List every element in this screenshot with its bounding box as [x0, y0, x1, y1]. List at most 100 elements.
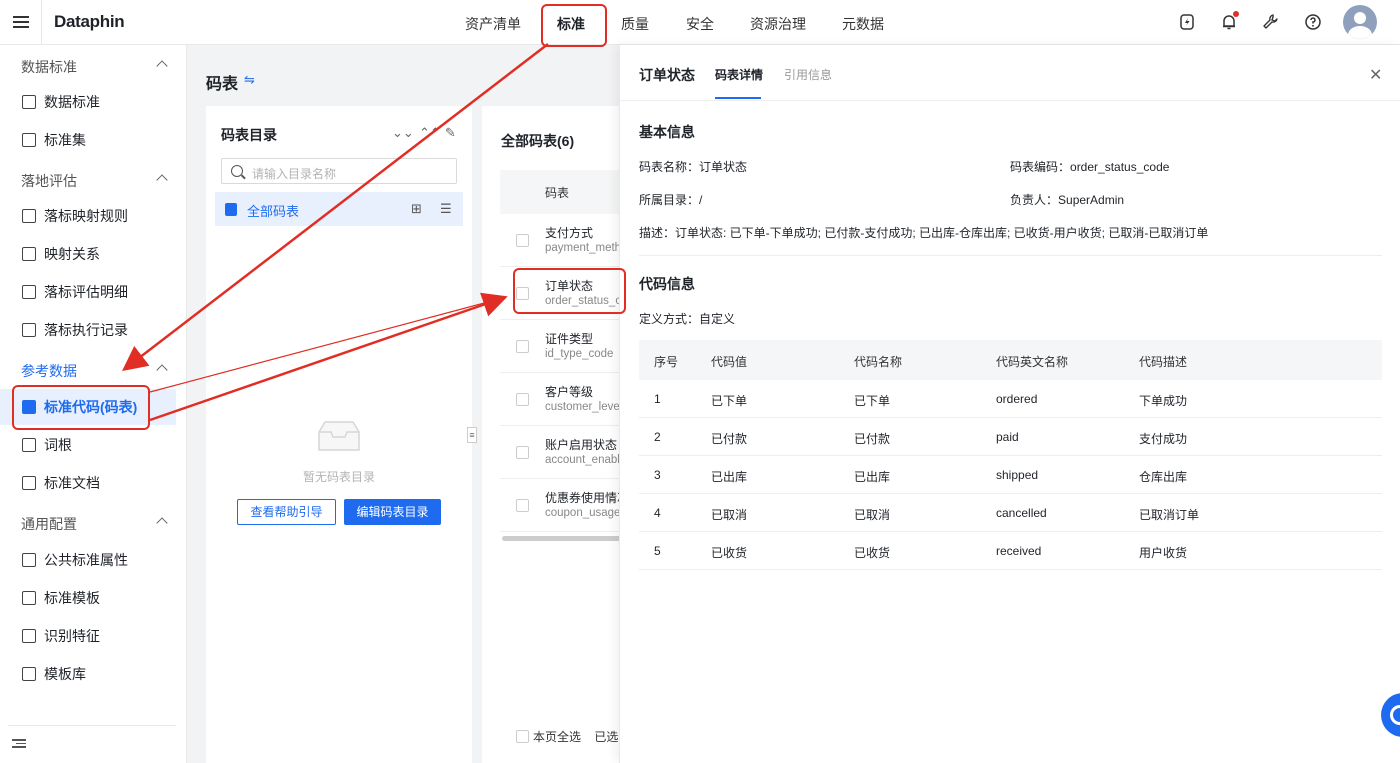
- collapse-sidebar-icon[interactable]: [12, 737, 26, 749]
- sidebar-item-word-root[interactable]: 词根: [0, 427, 176, 463]
- sidebar-item-template-library[interactable]: 模板库: [0, 656, 176, 692]
- add-file-icon[interactable]: ⊞: [411, 201, 422, 217]
- sidebar-group-general-config[interactable]: 通用配置: [21, 514, 168, 534]
- field-table-code: 码表编码：order_status_code: [1010, 160, 1170, 174]
- header-cell: 代码值: [711, 355, 748, 369]
- sidebar-item-label: 标准集: [44, 132, 86, 148]
- sidebar-item-recognition-features[interactable]: 识别特征: [0, 618, 176, 654]
- sidebar-item-mapping-rules[interactable]: 落标映射规则: [0, 198, 176, 234]
- column-header: 码表: [545, 186, 570, 200]
- table-row: 2 已付款 已付款 paid 支付成功: [639, 418, 1382, 456]
- standard-icon: [22, 95, 36, 109]
- row-name: 账户启用状态: [545, 438, 618, 452]
- panel-splitter-handle[interactable]: ≡: [467, 427, 477, 443]
- table-row[interactable]: 客户等级 customer_leve: [500, 373, 622, 426]
- sidebar-item-label: 词根: [44, 437, 72, 453]
- highlight-code-table-menu: [12, 385, 150, 430]
- row-checkbox[interactable]: [516, 340, 529, 353]
- detail-drawer: 订单状态 码表详情 引用信息 ✕ 基本信息 码表名称：订单状态 码表编码：ord…: [619, 45, 1400, 763]
- sidebar-item-data-standard[interactable]: 数据标准: [0, 84, 176, 120]
- dataphin-logo[interactable]: Dataphin: [54, 12, 125, 32]
- nav-quality[interactable]: 质量: [621, 14, 649, 34]
- table-row: 3 已出库 已出库 shipped 仓库出库: [639, 456, 1382, 494]
- sidebar-item-execution-records[interactable]: 落标执行记录: [0, 312, 176, 348]
- empty-box-icon: [318, 421, 360, 451]
- row-checkbox[interactable]: [516, 499, 529, 512]
- library-icon: [22, 667, 36, 681]
- nav-assets[interactable]: 资产清单: [465, 14, 521, 34]
- list-icon: [22, 553, 36, 567]
- field-directory: 所属目录：/: [639, 193, 703, 207]
- sidebar-item-standard-set[interactable]: 标准集: [0, 122, 176, 158]
- table-row[interactable]: 账户启用状态 account_enabl: [500, 426, 622, 479]
- collapse-all-icon[interactable]: ⌃⌃: [419, 125, 441, 141]
- help-icon[interactable]: [1304, 13, 1322, 31]
- template-icon: [22, 591, 36, 605]
- sidebar-item-evaluation-details[interactable]: 落标评估明细: [0, 274, 176, 310]
- table-row: 4 已取消 已取消 cancelled 已取消订单: [639, 494, 1382, 532]
- row-code: payment_meth: [545, 242, 622, 254]
- nav-security[interactable]: 安全: [686, 14, 714, 34]
- directory-search-input[interactable]: 请输入目录名称: [221, 158, 457, 184]
- chevron-up-icon: [156, 60, 168, 72]
- field-definition-method: 定义方式：自定义: [639, 312, 736, 326]
- table-row: 1 已下单 已下单 ordered 下单成功: [639, 380, 1382, 418]
- nav-metadata[interactable]: 元数据: [842, 14, 884, 34]
- sidebar-item-label: 落标评估明细: [44, 284, 128, 300]
- sidebar-item-standard-docs[interactable]: 标准文档: [0, 465, 176, 501]
- close-icon[interactable]: ✕: [1369, 65, 1382, 85]
- row-code: account_enabl: [545, 454, 620, 466]
- sidebar-group-label: 参考数据: [21, 363, 77, 379]
- table-row[interactable]: 优惠券使用情况 coupon_usage: [500, 479, 622, 532]
- edit-directory-button[interactable]: 编辑码表目录: [344, 499, 441, 525]
- horizontal-scrollbar[interactable]: [502, 536, 622, 541]
- word-root-icon: [22, 438, 36, 452]
- sidebar-group-evaluation[interactable]: 落地评估: [21, 171, 168, 191]
- page-title: 码表: [206, 76, 239, 93]
- selected-count: 已选 0: [594, 730, 622, 744]
- edit-list-icon[interactable]: ☰: [440, 201, 452, 217]
- select-page-checkbox[interactable]: [516, 730, 529, 743]
- field-description: 描述：订单状态: 已下单-下单成功; 已付款-支付成功; 已出库-仓库出库; 已…: [639, 226, 1209, 240]
- highlight-nav-standard: [541, 4, 607, 47]
- user-avatar[interactable]: [1343, 5, 1377, 39]
- row-checkbox[interactable]: [516, 393, 529, 406]
- highlight-order-status-row: [513, 268, 626, 314]
- basic-info-title: 基本信息: [639, 124, 695, 140]
- row-checkbox[interactable]: [516, 446, 529, 459]
- row-checkbox[interactable]: [516, 234, 529, 247]
- sidebar-group-data-standard[interactable]: 数据标准: [21, 57, 168, 77]
- sidebar-item-label: 标准模板: [44, 590, 100, 606]
- sidebar-item-label: 模板库: [44, 666, 86, 682]
- sidebar-item-public-attributes[interactable]: 公共标准属性: [0, 542, 176, 578]
- switch-icon[interactable]: ⇋: [244, 72, 255, 88]
- drawer-header-divider: [620, 100, 1400, 101]
- sidebar-group-reference-data[interactable]: 参考数据: [21, 361, 168, 381]
- table-row[interactable]: 支付方式 payment_meth: [500, 214, 622, 267]
- sidebar-group-label: 数据标准: [21, 59, 77, 75]
- nav-resource-governance[interactable]: 资源治理: [750, 14, 806, 34]
- lightning-icon[interactable]: [1178, 13, 1196, 31]
- expand-all-icon[interactable]: ⌄⌄: [392, 125, 414, 141]
- row-code: customer_leve: [545, 401, 620, 413]
- tab-code-table-details[interactable]: 码表详情: [715, 66, 763, 83]
- hamburger-menu-icon[interactable]: [13, 13, 29, 31]
- notification-dot: [1233, 11, 1239, 17]
- help-guide-button[interactable]: 查看帮助引导: [237, 499, 336, 525]
- edit-icon[interactable]: ✎: [445, 125, 456, 141]
- field-table-name: 码表名称：订单状态: [639, 160, 748, 174]
- code-info-title: 代码信息: [639, 276, 695, 292]
- sidebar-item-mapping-relations[interactable]: 映射关系: [0, 236, 176, 272]
- sidebar-item-label: 映射关系: [44, 246, 100, 262]
- active-tab-indicator: [715, 97, 761, 99]
- row-name: 证件类型: [545, 332, 594, 346]
- row-name: 优惠券使用情况: [545, 491, 622, 505]
- table-icon: [225, 203, 237, 216]
- wrench-icon[interactable]: [1262, 13, 1280, 31]
- table-row[interactable]: 证件类型 id_type_code: [500, 320, 622, 373]
- sidebar-item-standard-template[interactable]: 标准模板: [0, 580, 176, 616]
- record-icon: [22, 323, 36, 337]
- tab-reference-info[interactable]: 引用信息: [784, 66, 832, 83]
- document-icon: [22, 476, 36, 490]
- tree-item-all-tables[interactable]: 全部码表 ⊞ ☰: [215, 192, 463, 226]
